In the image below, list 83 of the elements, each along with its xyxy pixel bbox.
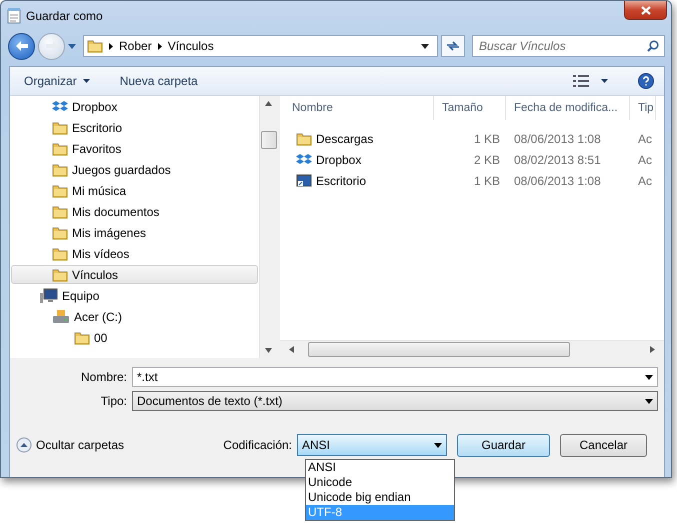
folder-icon xyxy=(52,224,68,240)
vertical-scrollbar[interactable] xyxy=(259,96,277,358)
breadcrumb[interactable]: Rober xyxy=(119,39,152,53)
tree-item[interactable]: Equipo xyxy=(11,286,258,305)
horizontal-scrollbar[interactable] xyxy=(280,340,664,358)
tree-item[interactable]: Mis vídeos xyxy=(11,244,258,263)
file-date: 08/02/2013 8:51 xyxy=(513,152,602,166)
view-options-icon[interactable] xyxy=(573,75,589,87)
refresh-icon xyxy=(446,40,460,52)
dropdown-arrow-icon xyxy=(645,398,653,404)
folder-icon xyxy=(52,204,68,220)
tree-item[interactable]: Vínculos xyxy=(11,265,258,284)
drive-icon xyxy=(52,308,70,324)
breadcrumb[interactable]: Vínculos xyxy=(168,39,214,53)
file-size: 1 KB xyxy=(472,132,501,146)
column-header[interactable]: Fecha de modifica... xyxy=(506,96,630,120)
column-header[interactable]: Tip xyxy=(630,96,656,120)
filename-field[interactable]: *.txt xyxy=(132,367,658,387)
tree-item[interactable]: Mi música xyxy=(11,181,258,200)
folder-icon xyxy=(74,330,90,346)
tree-item[interactable]: Mis imágenes xyxy=(11,223,258,242)
desktop-shortcut-icon xyxy=(296,172,312,188)
dropdown-arrow-icon[interactable] xyxy=(421,44,429,48)
file-name[interactable]: Escritorio xyxy=(284,172,434,188)
close-button[interactable] xyxy=(624,1,667,20)
folder-icon xyxy=(52,246,68,262)
scroll-arrow-icon[interactable] xyxy=(265,348,272,353)
collapse-icon xyxy=(16,437,32,453)
scroll-arrow-icon[interactable] xyxy=(650,346,655,353)
file-date: 08/06/2013 1:08 xyxy=(513,132,602,146)
caret-icon[interactable] xyxy=(601,79,608,83)
notepad-icon xyxy=(7,8,21,24)
encoding-select[interactable]: ANSI xyxy=(297,434,447,456)
search-icon xyxy=(647,40,659,52)
save-button[interactable]: Guardar xyxy=(457,434,550,456)
table-cell-text: Ac xyxy=(637,152,654,166)
chevron-right-icon xyxy=(109,42,113,50)
tree-item[interactable]: 00 xyxy=(11,328,258,347)
file-size: 2 KB xyxy=(472,152,501,166)
folder-icon xyxy=(52,120,68,136)
table-cell-text: Ac xyxy=(637,174,654,188)
tree-item[interactable]: Acer (C:) xyxy=(11,307,258,326)
caret-icon xyxy=(82,79,90,83)
address-bar[interactable]: Rober Vínculos xyxy=(83,35,438,57)
tree-item[interactable]: Dropbox xyxy=(11,97,258,116)
tree-item[interactable]: Juegos guardados xyxy=(11,160,258,179)
scrollbar-thumb[interactable] xyxy=(260,130,276,148)
back-arrow-icon xyxy=(14,40,28,52)
toolbar-button[interactable]: Organizar xyxy=(24,72,90,90)
cancel-button[interactable]: Cancelar xyxy=(560,434,647,456)
field-label: Nombre: xyxy=(80,370,128,384)
file-type-select[interactable]: Documentos de texto (*.txt) xyxy=(132,391,658,411)
close-icon xyxy=(640,6,650,14)
toolbar-button[interactable]: Nueva carpeta xyxy=(120,72,198,90)
tree-item[interactable]: Escritorio xyxy=(11,118,258,137)
folder-icon xyxy=(52,162,68,178)
help-icon[interactable] xyxy=(638,73,654,89)
file-date: 08/06/2013 1:08 xyxy=(513,174,602,188)
field-label: Codificación: xyxy=(223,438,292,452)
file-name[interactable]: Descargas xyxy=(284,130,434,146)
scrollbar-thumb[interactable] xyxy=(308,342,570,357)
folder-icon xyxy=(52,266,68,282)
file-size: 1 KB xyxy=(472,174,501,188)
folder-icon xyxy=(52,182,68,198)
column-header[interactable]: Tamaño xyxy=(434,96,506,120)
chevron-right-icon xyxy=(158,42,162,50)
window-title: Guardar como xyxy=(26,9,103,23)
folder-icon xyxy=(52,140,68,156)
file-name[interactable]: Dropbox xyxy=(284,152,434,168)
back-button[interactable] xyxy=(8,32,35,60)
refresh-button[interactable] xyxy=(441,35,465,57)
field-label: Tipo: xyxy=(100,394,128,408)
dropdown-arrow-icon xyxy=(645,374,653,380)
tree-item[interactable]: Mis documentos xyxy=(11,202,258,221)
tree-item[interactable]: Favoritos xyxy=(11,139,258,158)
search-field[interactable]: Buscar Vínculos xyxy=(472,35,665,57)
hide-folders-button[interactable]: Ocultar carpetas xyxy=(16,437,124,453)
dropdown-arrow-icon xyxy=(434,442,442,448)
table-cell-text: Ac xyxy=(637,132,654,146)
scroll-arrow-icon[interactable] xyxy=(289,346,294,353)
scroll-arrow-icon[interactable] xyxy=(265,101,272,106)
column-header[interactable]: Nombre xyxy=(284,96,434,120)
computer-icon xyxy=(40,288,58,304)
